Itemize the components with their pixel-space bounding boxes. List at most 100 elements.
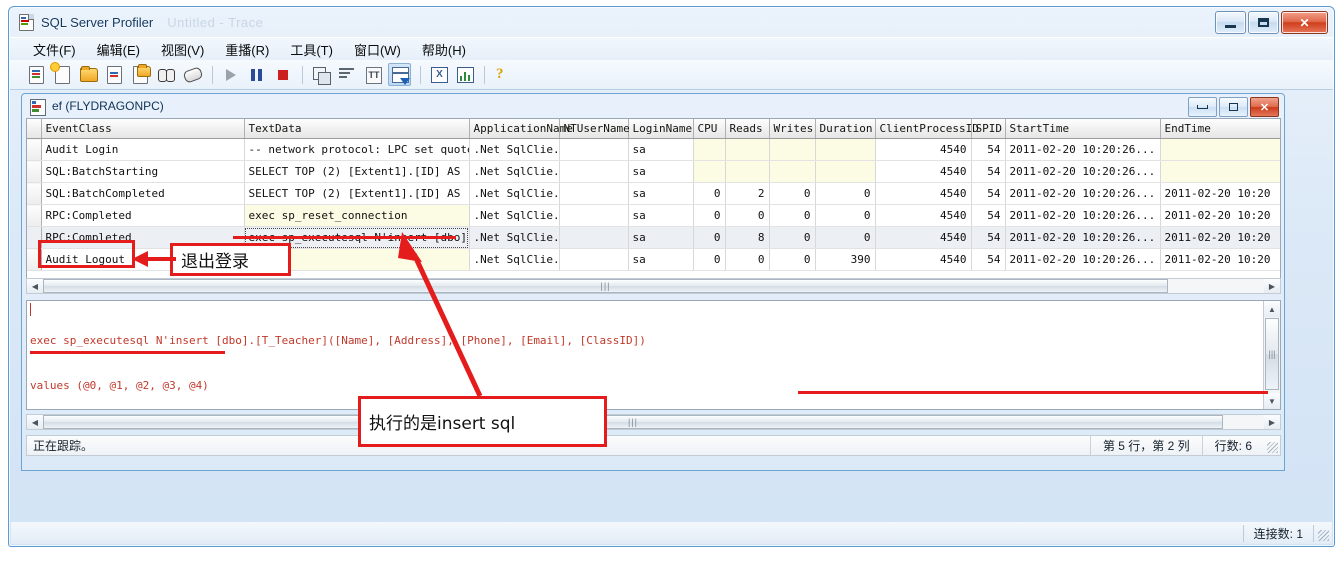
menu-window[interactable]: 窗口(W) bbox=[345, 37, 410, 62]
column-header-eventclass[interactable]: EventClass bbox=[41, 119, 245, 139]
cell-cpu[interactable]: 0 bbox=[693, 248, 726, 271]
table-row[interactable]: Audit Login -- network protocol: LPC set… bbox=[27, 138, 1280, 161]
cell-reads[interactable]: 2 bbox=[725, 182, 770, 205]
cell-textdata[interactable]: SELECT TOP (2) [Extent1].[ID] AS ... bbox=[244, 182, 470, 205]
trace-maximize-button[interactable] bbox=[1219, 97, 1248, 117]
cell-cpu[interactable] bbox=[693, 138, 726, 161]
cell-loginname[interactable]: sa bbox=[628, 248, 694, 271]
row-header[interactable] bbox=[27, 138, 42, 161]
cell-duration[interactable]: 0 bbox=[815, 226, 876, 249]
cell-spid[interactable]: 54 bbox=[971, 182, 1006, 205]
cell-cpu[interactable] bbox=[693, 160, 726, 183]
minimize-button[interactable] bbox=[1215, 11, 1246, 34]
cell-eventclass[interactable]: Audit Login bbox=[41, 138, 245, 161]
cell-endtime[interactable]: 2011-02-20 10:20 bbox=[1160, 182, 1280, 205]
column-header-writes[interactable]: Writes bbox=[769, 119, 816, 139]
sql-horizontal-scrollbar[interactable]: ◀ ||| ▶ bbox=[26, 414, 1281, 430]
toggle-aggregated-view-icon[interactable]: TT bbox=[362, 64, 383, 85]
cell-eventclass[interactable]: SQL:BatchStarting bbox=[41, 160, 245, 183]
maximize-button[interactable] bbox=[1248, 11, 1279, 34]
row-header[interactable] bbox=[27, 204, 42, 227]
scrollbar-track[interactable] bbox=[1223, 415, 1264, 429]
cell-applicationname[interactable]: .Net SqlClie... bbox=[469, 138, 560, 161]
column-header-cpu[interactable]: CPU bbox=[693, 119, 726, 139]
cell-ntusername[interactable] bbox=[559, 204, 629, 227]
menu-view[interactable]: 视图(V) bbox=[152, 37, 213, 62]
new-template-icon[interactable] bbox=[51, 63, 73, 85]
cell-spid[interactable]: 54 bbox=[971, 160, 1006, 183]
cell-reads[interactable]: 0 bbox=[725, 204, 770, 227]
edit-template-icon[interactable] bbox=[130, 64, 151, 85]
cell-duration[interactable]: 390 bbox=[815, 248, 876, 271]
performance-analysis-icon[interactable] bbox=[454, 64, 475, 85]
resize-grip[interactable] bbox=[1264, 436, 1280, 455]
trace-properties-icon[interactable] bbox=[310, 64, 331, 85]
cell-spid[interactable]: 54 bbox=[971, 138, 1006, 161]
menu-help[interactable]: 帮助(H) bbox=[413, 37, 475, 62]
group-columns-icon[interactable] bbox=[336, 64, 357, 85]
row-header[interactable] bbox=[27, 182, 42, 205]
start-trace-icon[interactable] bbox=[220, 64, 241, 85]
cell-clientprocessid[interactable]: 4540 bbox=[875, 226, 972, 249]
cell-writes[interactable] bbox=[769, 160, 816, 183]
cell-cpu[interactable]: 0 bbox=[693, 226, 726, 249]
autoscroll-window-icon[interactable] bbox=[388, 63, 411, 86]
menu-replay[interactable]: 重播(R) bbox=[216, 37, 278, 62]
scroll-up-arrow[interactable]: ▲ bbox=[1264, 301, 1280, 317]
column-header-duration[interactable]: Duration bbox=[815, 119, 876, 139]
cell-clientprocessid[interactable]: 4540 bbox=[875, 248, 972, 271]
cell-endtime[interactable] bbox=[1160, 138, 1280, 161]
cell-reads[interactable]: 0 bbox=[725, 248, 770, 271]
cell-eventclass[interactable]: RPC:Completed bbox=[41, 204, 245, 227]
cell-loginname[interactable]: sa bbox=[628, 226, 694, 249]
new-trace-icon[interactable] bbox=[26, 64, 47, 85]
cell-loginname[interactable]: sa bbox=[628, 182, 694, 205]
cell-ntusername[interactable] bbox=[559, 248, 629, 271]
open-trace-table-icon[interactable] bbox=[104, 64, 125, 85]
cell-textdata[interactable]: SELECT TOP (2) [Extent1].[ID] AS ... bbox=[244, 160, 470, 183]
export-to-excel-icon[interactable]: X bbox=[428, 64, 449, 85]
cell-clientprocessid[interactable]: 4540 bbox=[875, 160, 972, 183]
column-header-textdata[interactable]: TextData bbox=[244, 119, 470, 139]
cell-reads[interactable] bbox=[725, 160, 770, 183]
cell-endtime[interactable]: 2011-02-20 10:20 bbox=[1160, 248, 1280, 271]
cell-ntusername[interactable] bbox=[559, 160, 629, 183]
cell-textdata[interactable]: -- network protocol: LPC set quote... bbox=[244, 138, 470, 161]
cell-ntusername[interactable] bbox=[559, 138, 629, 161]
open-trace-file-icon[interactable] bbox=[78, 64, 99, 85]
scrollbar-track[interactable] bbox=[1168, 279, 1264, 293]
cell-applicationname[interactable]: .Net SqlClie... bbox=[469, 160, 560, 183]
trace-close-button[interactable]: ✕ bbox=[1250, 97, 1279, 117]
scroll-right-arrow[interactable]: ▶ bbox=[1264, 279, 1280, 293]
close-button[interactable]: ✕ bbox=[1281, 11, 1328, 34]
cell-clientprocessid[interactable]: 4540 bbox=[875, 182, 972, 205]
column-header-clientprocessid[interactable]: ClientProcessID bbox=[875, 119, 979, 139]
cell-cpu[interactable]: 0 bbox=[693, 182, 726, 205]
cell-starttime[interactable]: 2011-02-20 10:20:26... bbox=[1005, 182, 1161, 205]
cell-cpu[interactable]: 0 bbox=[693, 204, 726, 227]
cell-writes[interactable]: 0 bbox=[769, 248, 816, 271]
cell-duration[interactable]: 0 bbox=[815, 204, 876, 227]
table-row[interactable]: RPC:Completed exec sp_reset_connection .… bbox=[27, 204, 1280, 227]
cell-writes[interactable]: 0 bbox=[769, 204, 816, 227]
cell-loginname[interactable]: sa bbox=[628, 138, 694, 161]
cell-starttime[interactable]: 2011-02-20 10:20:26... bbox=[1005, 226, 1161, 249]
help-icon[interactable]: ? bbox=[492, 64, 513, 85]
cell-textdata[interactable]: exec sp_reset_connection bbox=[244, 204, 470, 227]
cell-duration[interactable] bbox=[815, 138, 876, 161]
cell-starttime[interactable]: 2011-02-20 10:20:26... bbox=[1005, 204, 1161, 227]
cell-endtime[interactable] bbox=[1160, 160, 1280, 183]
cell-spid[interactable]: 54 bbox=[971, 226, 1006, 249]
cell-duration[interactable] bbox=[815, 160, 876, 183]
scroll-right-arrow[interactable]: ▶ bbox=[1264, 415, 1280, 429]
cell-loginname[interactable]: sa bbox=[628, 160, 694, 183]
stop-trace-icon[interactable] bbox=[272, 64, 293, 85]
column-header-ntusername[interactable]: NTUserName bbox=[559, 119, 630, 139]
cell-starttime[interactable]: 2011-02-20 10:20:26... bbox=[1005, 248, 1161, 271]
window-resize-grip[interactable] bbox=[1314, 522, 1332, 544]
scroll-left-arrow[interactable]: ◀ bbox=[27, 415, 43, 429]
cell-eventclass[interactable]: SQL:BatchCompleted bbox=[41, 182, 245, 205]
column-header-applicationname[interactable]: ApplicationName bbox=[469, 119, 573, 139]
column-header-loginname[interactable]: LoginName bbox=[628, 119, 694, 139]
cell-applicationname[interactable]: .Net SqlClie... bbox=[469, 204, 560, 227]
